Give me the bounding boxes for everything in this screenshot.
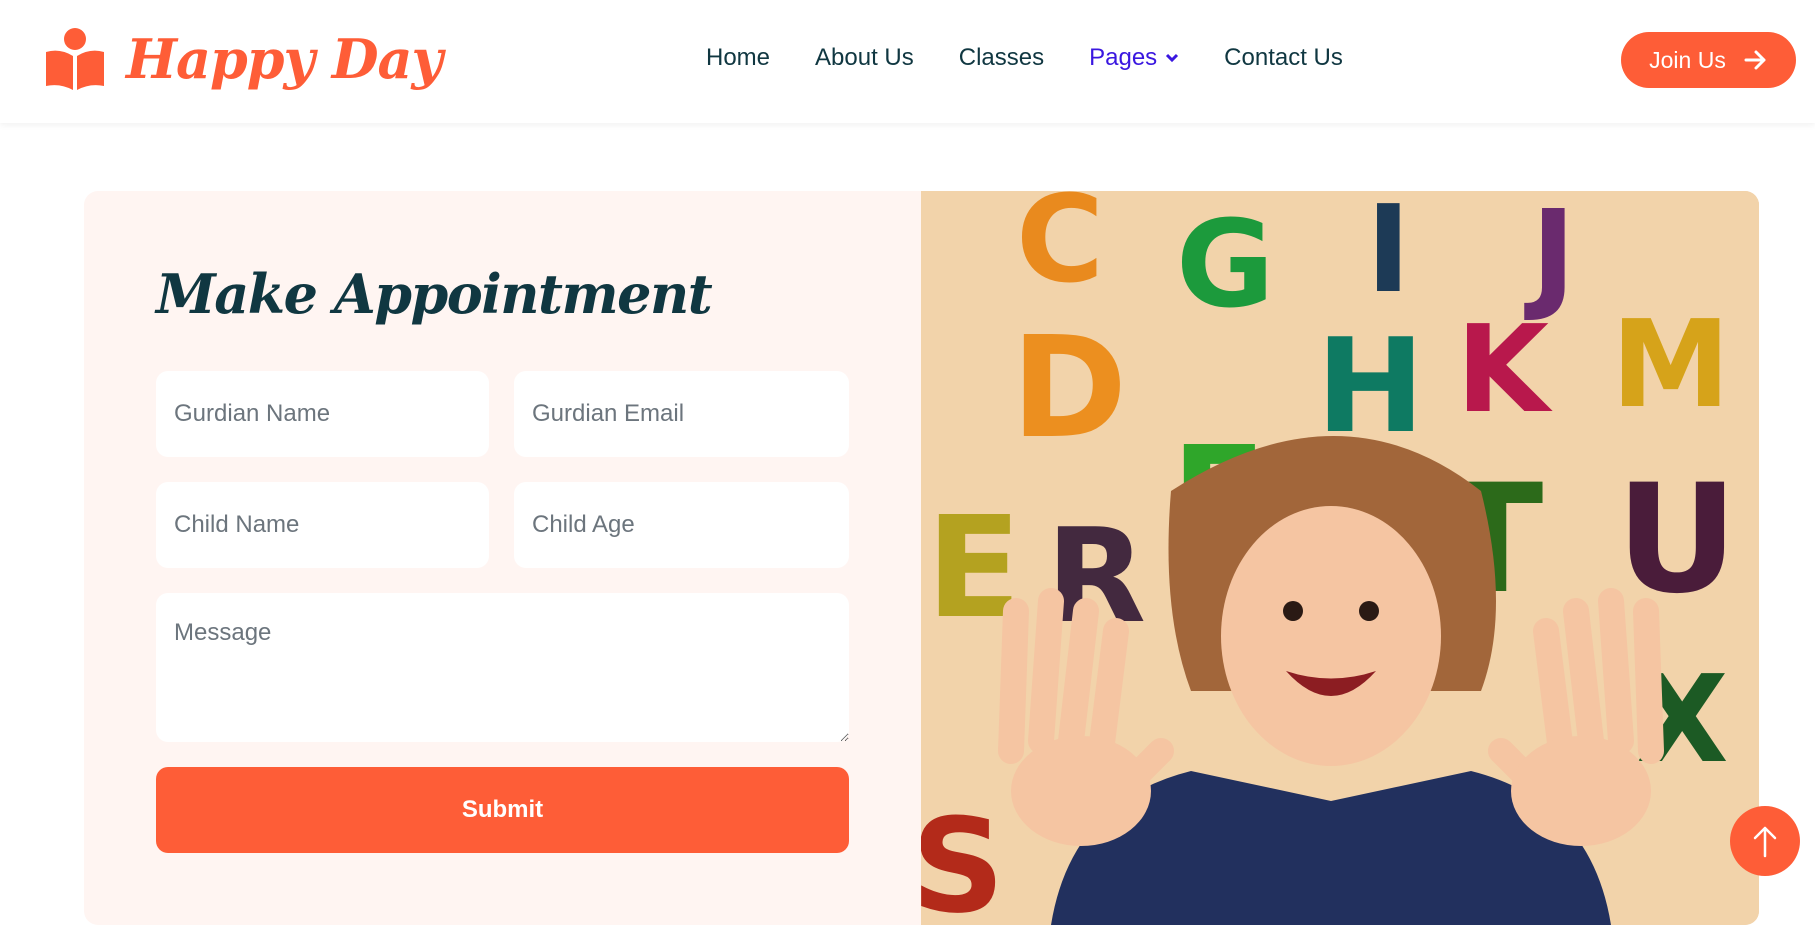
child-left-palm [1011,736,1151,846]
brand-name: Happy Day [126,27,443,91]
child-age-input[interactable] [514,482,849,568]
join-us-button[interactable]: Join Us [1621,32,1796,88]
navbar: Happy Day Home About Us Classes Pages Co… [0,0,1815,123]
message-textarea[interactable] [156,593,849,742]
letter-mark: C [1016,191,1104,310]
letter-mark: S [921,790,1005,925]
child-right-palm [1511,736,1651,846]
book-reader-icon [46,28,104,90]
arrow-right-icon [1744,50,1766,70]
arrow-up-icon [1753,826,1777,858]
scroll-to-top-button[interactable] [1730,806,1800,876]
letter-mark: K [1456,301,1553,440]
chevron-down-icon [1166,53,1179,63]
nav-item-pages-label: Pages [1089,44,1158,71]
join-us-label: Join Us [1649,46,1726,73]
main-nav: Home About Us Classes Pages Contact Us [706,44,1388,72]
nav-item-pages[interactable]: Pages [1089,44,1179,72]
guardian-name-input[interactable] [156,371,489,457]
child-eye-left [1283,601,1303,621]
letter-mark: I [1366,191,1411,320]
letter-mark: M [1611,296,1730,435]
alphabet-illustration: C G I J D H K M F E R T U X S [921,191,1759,925]
nav-item-contact[interactable]: Contact Us [1224,44,1343,72]
guardian-email-input[interactable] [514,371,849,457]
nav-item-classes[interactable]: Classes [959,44,1044,72]
child-face [1221,506,1441,766]
nav-item-home[interactable]: Home [706,44,770,72]
submit-button[interactable]: Submit [156,767,849,853]
child-alphabet-photo: C G I J D H K M F E R T U X S [921,191,1759,925]
letter-mark: U [1616,453,1738,627]
brand-logo[interactable]: Happy Day [44,26,443,92]
letter-mark: D [1011,307,1127,470]
form-title: Make Appointment [156,262,713,326]
child-name-input[interactable] [156,482,489,568]
child-eye-right [1359,601,1379,621]
nav-item-about[interactable]: About Us [815,44,914,72]
letter-mark: G [1176,196,1275,335]
